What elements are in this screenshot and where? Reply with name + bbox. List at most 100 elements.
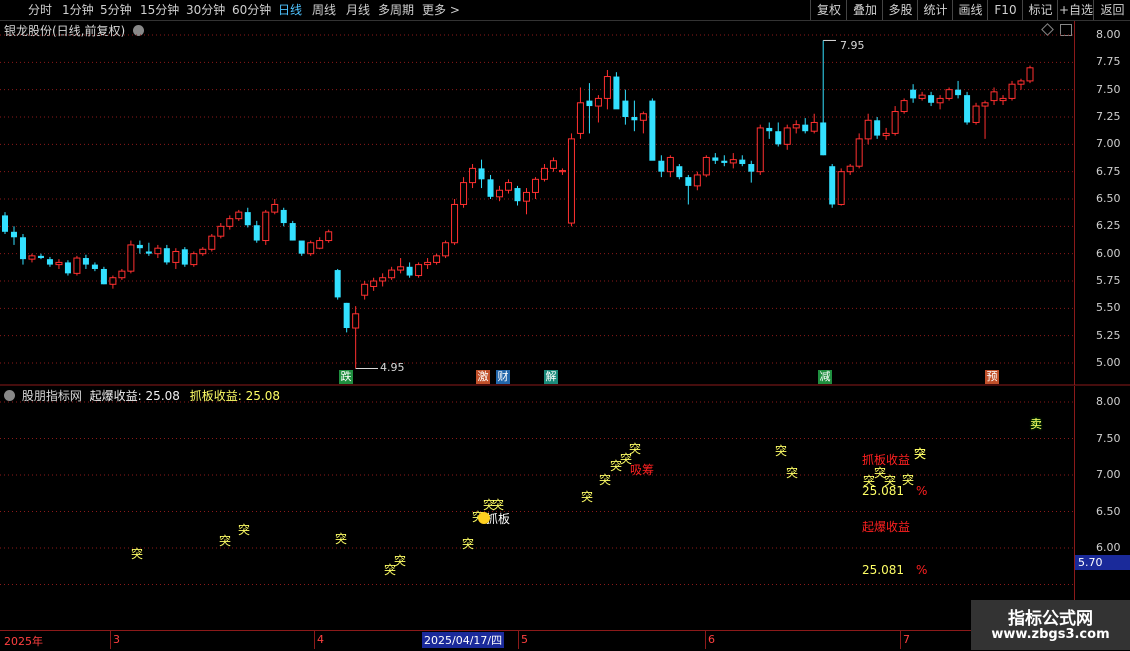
candle-body <box>451 203 459 244</box>
indicator-name[interactable]: 股朋指标网 <box>22 389 82 403</box>
candle-body <box>307 242 315 255</box>
candle-body <box>190 253 198 266</box>
candle-body <box>721 160 728 163</box>
candle-body <box>685 177 692 186</box>
candlestick-chart <box>0 34 1130 585</box>
current-value-badge: 5.70 <box>1075 555 1130 570</box>
event-tag[interactable]: 预 <box>985 370 999 384</box>
candle-body <box>739 159 746 165</box>
time-label: 2025/04/17/四 <box>422 632 505 648</box>
event-tag[interactable]: 激 <box>476 370 490 384</box>
candle-body <box>289 223 296 241</box>
candle-body <box>846 165 854 173</box>
candle-body <box>64 262 71 274</box>
candle-body <box>28 255 36 260</box>
candle-body <box>361 283 369 296</box>
candle-body <box>936 97 944 104</box>
candle-body <box>352 313 360 329</box>
indicator-tick: 6.00 <box>1096 541 1121 554</box>
candle-body <box>442 242 450 257</box>
signal-marker: 突 <box>914 446 927 461</box>
time-separator <box>314 631 315 649</box>
candle-body <box>649 100 656 161</box>
candle-body <box>964 95 971 123</box>
event-tag[interactable]: 财 <box>496 370 510 384</box>
time-separator <box>110 631 111 649</box>
time-separator <box>518 631 519 649</box>
candle-body <box>343 302 350 329</box>
candle-body <box>82 258 89 265</box>
candle-body <box>549 160 557 169</box>
candle-body <box>262 211 270 242</box>
right-value-zhuaban: 25.081 <box>862 484 904 498</box>
candle-body <box>820 122 827 156</box>
signal-marker: 突 <box>335 532 348 547</box>
candle-body <box>622 100 629 117</box>
candle-body <box>613 76 620 110</box>
candle-body <box>460 182 468 205</box>
candle-body <box>226 218 234 227</box>
candle-body <box>253 225 260 241</box>
event-tag[interactable]: 跌 <box>339 370 353 384</box>
candle-body <box>829 166 836 205</box>
price-tick: 8.00 <box>1096 28 1121 41</box>
event-tag[interactable]: 解 <box>544 370 558 384</box>
candle-body <box>540 167 548 180</box>
time-label: 2025年 <box>4 635 43 648</box>
price-tick: 7.50 <box>1096 82 1121 96</box>
signal-marker: 突 <box>394 553 407 568</box>
label-qibao: 起爆收益: <box>89 389 142 403</box>
event-tag[interactable]: 减 <box>818 370 832 384</box>
candle-body <box>298 240 305 254</box>
candle-body <box>766 127 773 132</box>
candle-body <box>37 255 44 259</box>
candle-body <box>496 189 504 198</box>
candle-body <box>748 164 755 172</box>
signal-marker: 突 <box>238 522 251 537</box>
candle-body <box>406 266 413 276</box>
candle-body <box>397 266 405 271</box>
candle-body <box>972 105 980 123</box>
candle-body <box>990 91 998 102</box>
sell-marker: 卖 <box>1030 417 1043 431</box>
candle-body <box>379 277 387 282</box>
signal-marker: 突 <box>786 466 799 481</box>
price-tick: 6.75 <box>1096 164 1121 178</box>
candle-body <box>531 178 539 193</box>
candle-body <box>1008 83 1016 99</box>
candle-body <box>999 97 1007 102</box>
candle-body <box>729 159 737 164</box>
candle-body <box>2 215 8 232</box>
candle-body <box>756 127 764 173</box>
candle-body <box>576 102 584 134</box>
candle-body <box>783 127 791 145</box>
price-tick: 6.50 <box>1096 192 1121 205</box>
candle-body <box>325 231 333 242</box>
candle-body <box>693 174 701 187</box>
watermark: 指标公式网 www.zbgs3.com <box>971 600 1130 650</box>
candle-body <box>469 167 477 184</box>
candle-body <box>73 257 81 274</box>
price-tick: 5.75 <box>1096 274 1121 287</box>
time-axis: 2025年 3 4 2025/04/17/四 5 6 7 <box>0 630 1074 651</box>
value-qibao: 25.08 <box>145 389 180 403</box>
candle-body <box>666 156 674 173</box>
candle-body <box>676 166 683 178</box>
candle-body <box>639 113 647 121</box>
candle-body <box>945 89 953 99</box>
candle-body <box>900 100 908 113</box>
candle-body <box>433 255 441 263</box>
candle-body <box>244 212 251 226</box>
candle-body <box>837 171 845 205</box>
chevron-down-icon[interactable] <box>4 390 15 401</box>
text-xichou: 吸筹 <box>630 463 655 477</box>
candle-body <box>199 248 207 255</box>
price-tick: 5.00 <box>1096 356 1121 369</box>
candle-body <box>10 231 17 238</box>
candle-body <box>235 211 243 220</box>
candle-body <box>334 270 341 298</box>
candle-body <box>891 111 899 134</box>
right-label-zhuaban: 抓板收益 <box>862 453 911 467</box>
candle-body <box>558 170 566 173</box>
indicator-tick: 7.50 <box>1096 431 1121 445</box>
